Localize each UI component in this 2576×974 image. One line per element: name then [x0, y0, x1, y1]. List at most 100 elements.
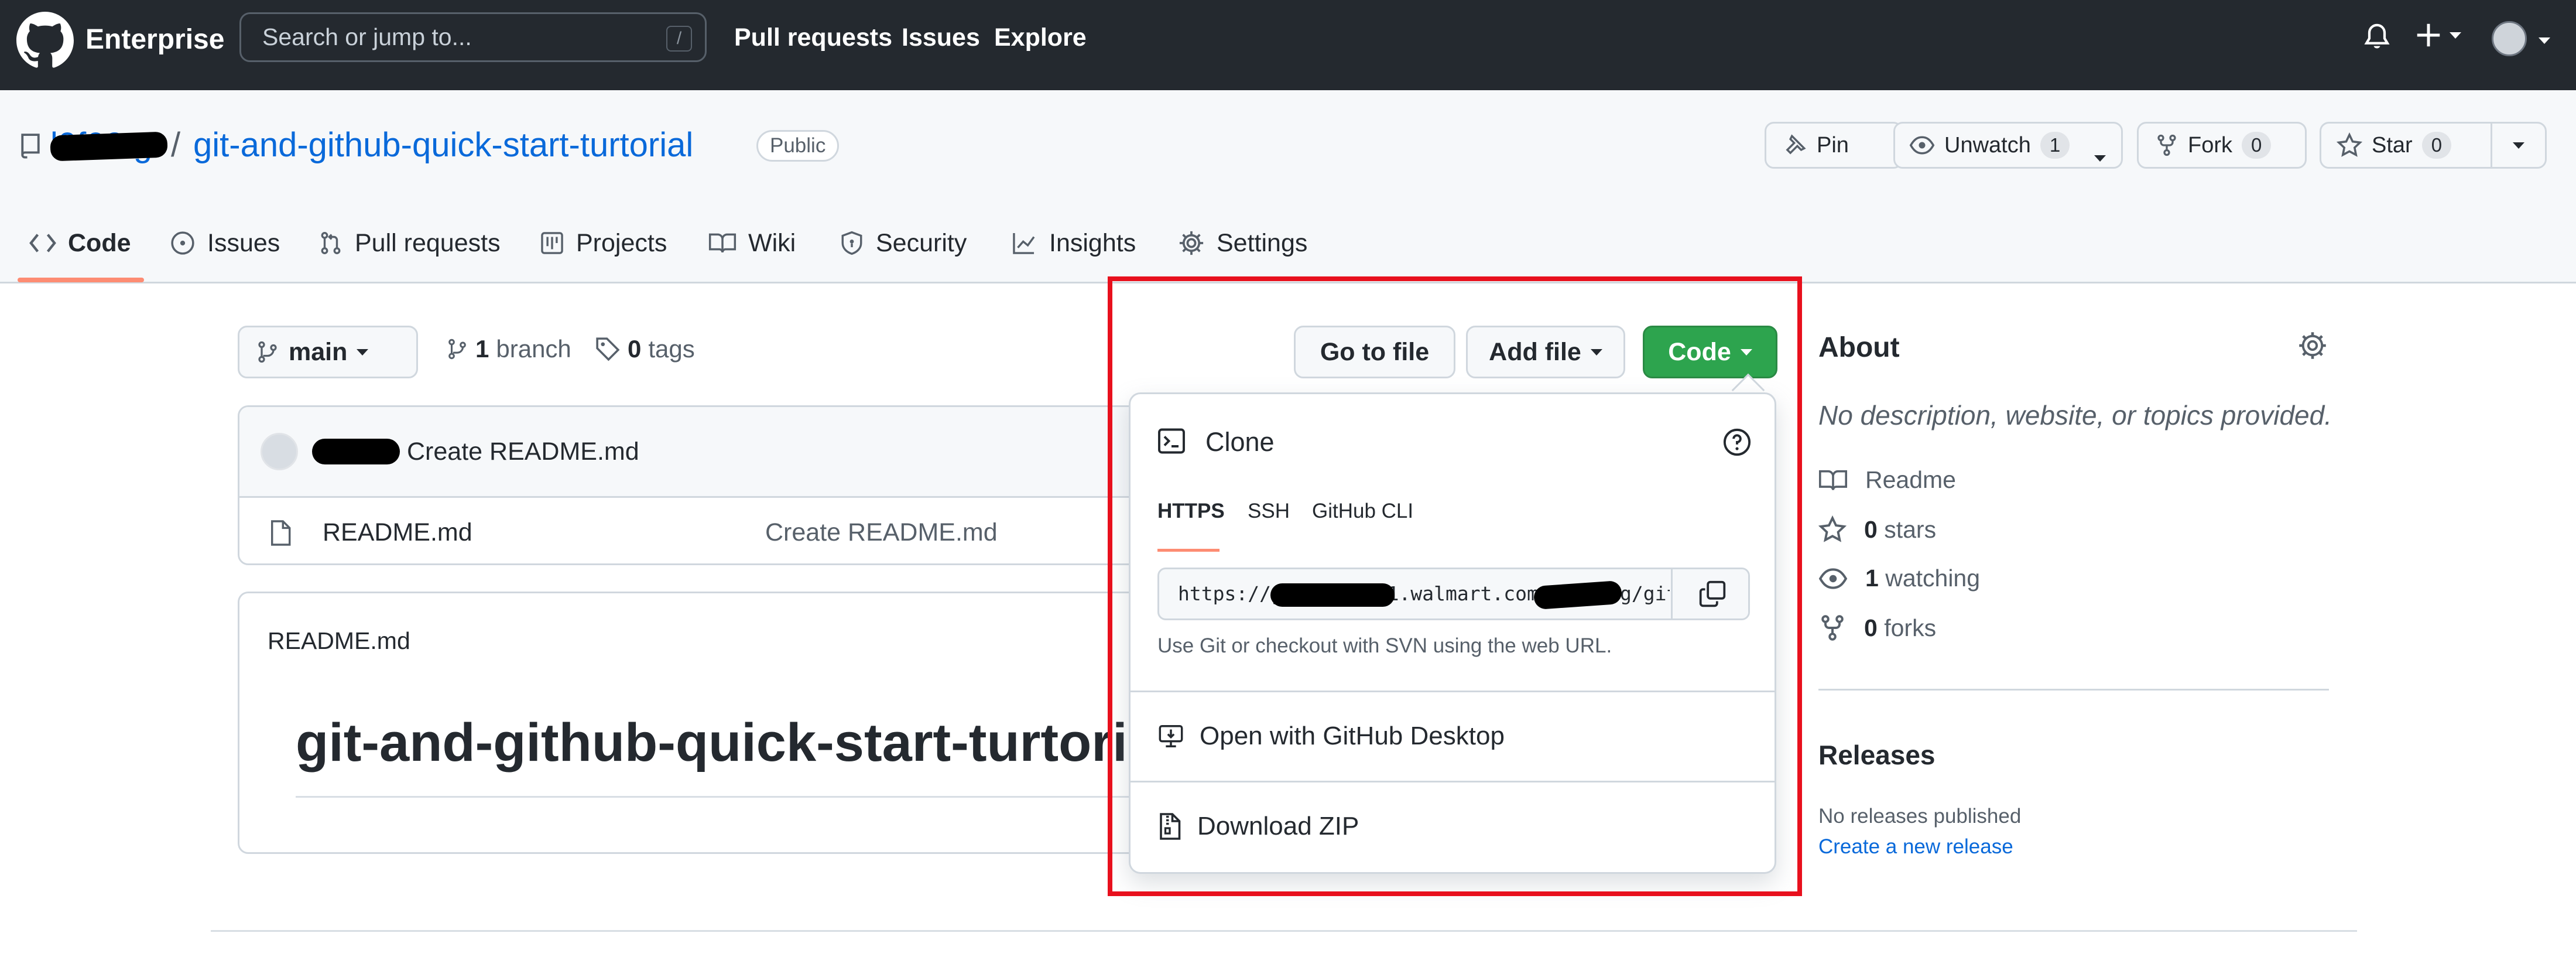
tab-security-label: Security — [876, 228, 967, 257]
pull-request-icon — [321, 231, 341, 255]
tag-count: 0 — [628, 335, 642, 363]
github-logo-icon[interactable] — [16, 12, 74, 69]
code-icon — [29, 234, 56, 252]
tab-code-label: Code — [68, 228, 131, 257]
file-name-link[interactable]: README.md — [323, 518, 472, 547]
visibility-badge: Public — [756, 130, 840, 162]
eye-icon — [1818, 568, 1848, 589]
project-icon — [541, 232, 563, 254]
fork-label: Fork — [2188, 132, 2232, 158]
gear-icon[interactable] — [2297, 330, 2328, 361]
watch-count: 1 — [2040, 132, 2070, 159]
fork-count: 0 — [2242, 132, 2272, 159]
tab-settings-label: Settings — [1217, 228, 1308, 257]
unwatch-button[interactable]: Unwatch 1 — [1893, 122, 2123, 169]
breadcrumb-separator: / — [171, 126, 181, 164]
redaction-mark — [50, 131, 168, 162]
pin-label: Pin — [1817, 132, 1849, 158]
chevron-down-icon — [2513, 142, 2524, 149]
repo-name-link[interactable]: git-and-github-quick-start-turtorial — [193, 125, 693, 165]
book-icon — [1818, 470, 1848, 490]
chevron-down-icon — [357, 348, 369, 356]
sidebar-divider — [1818, 689, 2329, 691]
watching-count: 1 — [1865, 565, 1879, 592]
tags-link[interactable]: 0 tags — [595, 335, 695, 363]
about-title: About — [1818, 332, 1900, 363]
watching-link[interactable]: 1 watching — [1818, 565, 1980, 592]
stars-label: stars — [1884, 515, 1937, 543]
search-placeholder: Search or jump to... — [262, 23, 472, 50]
issue-icon — [171, 231, 194, 255]
readme-label: README.md — [268, 627, 410, 654]
readme-link[interactable]: Readme — [1818, 466, 1956, 494]
pin-button[interactable]: Pin — [1765, 122, 1903, 169]
star-icon — [1818, 515, 1847, 542]
book-icon — [708, 233, 737, 253]
tab-projects-label: Projects — [576, 228, 667, 257]
plus-icon — [2417, 23, 2440, 47]
table-row: README.md Create README.md — [239, 500, 1173, 564]
graph-icon — [1013, 233, 1035, 254]
unwatch-label: Unwatch — [1944, 132, 2031, 158]
user-avatar[interactable] — [2492, 21, 2527, 56]
tab-security[interactable]: Security — [840, 223, 967, 264]
create-new-menu[interactable] — [2416, 22, 2461, 48]
fork-icon — [1821, 615, 1844, 641]
tab-insights-label: Insights — [1049, 228, 1136, 257]
branch-name: main — [289, 337, 348, 366]
search-input[interactable]: Search or jump to... / — [239, 12, 707, 62]
highlight-box — [1108, 276, 1802, 896]
forks-link[interactable]: 0 forks — [1818, 614, 1936, 642]
file-commit-link[interactable]: Create README.md — [765, 518, 998, 547]
star-button[interactable]: Star 0 — [2320, 122, 2547, 169]
repo-icon — [18, 130, 43, 160]
committer-avatar[interactable] — [261, 433, 298, 470]
branch-select-button[interactable]: main — [238, 326, 418, 378]
shield-icon — [841, 231, 862, 255]
nav-issues[interactable]: Issues — [902, 21, 980, 54]
tab-pull-requests[interactable]: Pull requests — [318, 223, 501, 264]
footer-divider — [211, 930, 2357, 932]
commit-message-link[interactable]: Create README.md — [407, 438, 639, 466]
stars-count: 0 — [1864, 515, 1878, 543]
gear-icon — [1179, 231, 1204, 255]
star-lists-dropdown[interactable] — [2491, 124, 2545, 167]
nav-pull-requests[interactable]: Pull requests — [734, 21, 892, 54]
tab-issues[interactable]: Issues — [170, 223, 280, 264]
stars-link[interactable]: 0 stars — [1818, 515, 1936, 544]
pin-icon — [1786, 134, 1806, 155]
releases-title[interactable]: Releases — [1818, 739, 1936, 771]
fork-button[interactable]: Fork 0 — [2137, 122, 2307, 169]
tab-wiki[interactable]: Wiki — [708, 223, 796, 264]
active-tab-indicator — [18, 278, 144, 282]
branch-icon — [258, 341, 277, 363]
nav-explore[interactable]: Explore — [994, 21, 1087, 54]
eye-icon — [1909, 136, 1935, 155]
tab-insights[interactable]: Insights — [1010, 223, 1136, 264]
tab-pull-requests-label: Pull requests — [355, 228, 501, 257]
branch-label: branch — [496, 335, 571, 363]
tab-code[interactable]: Code — [29, 223, 131, 264]
tab-wiki-label: Wiki — [748, 228, 796, 257]
redaction-mark — [312, 439, 400, 464]
branches-link[interactable]: 1 branch — [446, 335, 571, 363]
star-icon — [2337, 132, 2362, 157]
tab-settings[interactable]: Settings — [1178, 223, 1307, 264]
chevron-down-icon[interactable] — [2094, 142, 2106, 168]
fork-icon — [2157, 134, 2176, 156]
star-count: 0 — [2421, 132, 2452, 159]
tag-icon — [596, 337, 620, 361]
readme-divider — [296, 796, 1174, 798]
no-releases-text: No releases published — [1818, 805, 2022, 828]
star-label: Star — [2372, 132, 2413, 158]
search-shortcut-key: / — [666, 26, 692, 52]
branch-count: 1 — [475, 335, 489, 363]
file-list: Create README.md README.md Create README… — [238, 405, 1174, 565]
latest-commit-bar: Create README.md — [239, 407, 1173, 498]
notifications-bell-icon[interactable] — [2362, 21, 2392, 54]
create-release-link[interactable]: Create a new release — [1818, 835, 2013, 859]
tab-issues-label: Issues — [207, 228, 280, 257]
chevron-down-icon[interactable] — [2539, 36, 2550, 47]
tab-projects[interactable]: Projects — [540, 223, 667, 264]
enterprise-brand[interactable]: Enterprise — [85, 23, 224, 56]
